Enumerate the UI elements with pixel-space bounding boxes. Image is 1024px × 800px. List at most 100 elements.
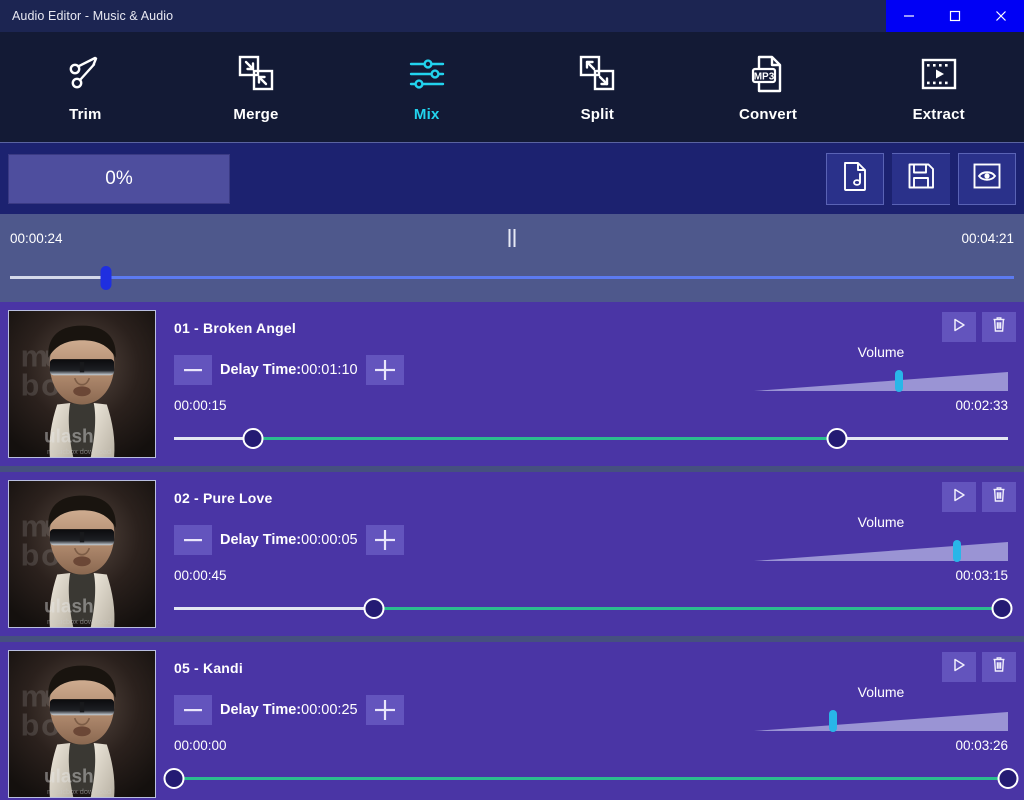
volume-wedge bbox=[754, 538, 1008, 562]
volume-thumb[interactable] bbox=[953, 540, 962, 562]
delay-increase-button[interactable] bbox=[365, 525, 404, 555]
volume-thumb[interactable] bbox=[894, 370, 903, 392]
play-button[interactable] bbox=[942, 312, 976, 342]
range-slider[interactable] bbox=[174, 424, 1008, 454]
delay-decrease-button[interactable] bbox=[174, 525, 212, 555]
range-slider[interactable] bbox=[174, 594, 1013, 624]
svg-text:b: b bbox=[21, 539, 40, 573]
progress-percent-label: 0% bbox=[105, 167, 133, 189]
close-button[interactable] bbox=[978, 0, 1024, 32]
range-times: 00:00:00 00:03:26 bbox=[174, 738, 1008, 758]
range-start-handle[interactable] bbox=[363, 598, 385, 619]
tool-extract[interactable]: Extract bbox=[853, 32, 1024, 142]
preview-button[interactable] bbox=[958, 152, 1016, 205]
master-seek-slider[interactable] bbox=[10, 258, 1014, 298]
volume-label: Volume bbox=[857, 684, 905, 700]
volume-thumb[interactable] bbox=[828, 710, 837, 732]
trash-icon bbox=[991, 486, 1007, 508]
svg-text:b: b bbox=[21, 369, 40, 403]
delay-increase-button[interactable] bbox=[365, 695, 404, 725]
delay-value: 00:01:10 bbox=[301, 362, 358, 378]
delay-time-label: Delay Time:00:00:25 bbox=[212, 702, 366, 718]
track-title: 05 - Kandi bbox=[174, 660, 243, 676]
title-bar: Audio Editor - Music & Audio bbox=[0, 0, 1024, 32]
range-times: 00:00:45 00:03:15 bbox=[174, 568, 1008, 588]
svg-text:musicbox download: musicbox download bbox=[47, 617, 111, 626]
album-artwork: m u s i c b o x n bbox=[8, 650, 156, 798]
track-body: 05 - Kandi Delay Time:00:00:25 Volume 00… bbox=[156, 650, 1019, 798]
range-slider[interactable] bbox=[163, 764, 1019, 794]
range-selection bbox=[374, 607, 1003, 610]
range-end-time: 00:02:33 bbox=[955, 398, 1008, 413]
volume-slider[interactable] bbox=[754, 538, 1008, 562]
volume-label: Volume bbox=[857, 514, 905, 530]
play-button[interactable] bbox=[942, 482, 976, 512]
master-player: 00:00:24 00:04:21 bbox=[0, 214, 1024, 302]
range-start-time: 00:00:15 bbox=[174, 398, 227, 413]
delete-button[interactable] bbox=[982, 482, 1016, 512]
play-icon bbox=[951, 657, 967, 678]
delay-label-text: Delay Time: bbox=[220, 362, 302, 378]
album-artwork: m u s i c b o x n bbox=[8, 310, 156, 458]
film-strip-icon bbox=[918, 51, 960, 97]
delete-button[interactable] bbox=[982, 312, 1016, 342]
svg-text:musicbox download: musicbox download bbox=[47, 447, 111, 456]
floppy-disk-icon bbox=[907, 162, 935, 195]
tool-merge[interactable]: Merge bbox=[171, 32, 342, 142]
trim-range-control: 00:00:00 00:03:26 bbox=[163, 738, 1019, 794]
trash-icon bbox=[991, 656, 1007, 678]
tool-label: Mix bbox=[413, 106, 440, 123]
svg-text:musicbox download: musicbox download bbox=[47, 787, 111, 796]
range-start-handle[interactable] bbox=[242, 428, 264, 449]
maximize-button[interactable] bbox=[932, 0, 978, 32]
mp3-file-icon: MP3 bbox=[747, 51, 789, 97]
range-end-handle[interactable] bbox=[997, 768, 1019, 789]
sliders-icon bbox=[406, 51, 448, 97]
delay-time-label: Delay Time:00:00:05 bbox=[212, 532, 366, 548]
track-row-3[interactable]: m u s i c b o x n bbox=[0, 642, 1024, 800]
save-button[interactable] bbox=[892, 152, 950, 205]
range-start-time: 00:00:45 bbox=[174, 568, 227, 583]
range-start-handle[interactable] bbox=[163, 768, 185, 789]
delay-decrease-button[interactable] bbox=[174, 355, 212, 385]
play-button[interactable] bbox=[942, 652, 976, 682]
trim-range-control: 00:00:45 00:03:15 bbox=[174, 568, 1013, 624]
maximize-icon bbox=[948, 9, 962, 23]
pause-icon[interactable] bbox=[508, 229, 516, 247]
seek-track-elapsed bbox=[10, 276, 107, 279]
eye-icon bbox=[972, 162, 1002, 195]
track-row-2[interactable]: m u s i c b o x n bbox=[0, 472, 1024, 636]
trim-range-control: 00:00:15 00:02:33 bbox=[174, 398, 1008, 454]
tool-label: Split bbox=[580, 106, 615, 123]
volume-slider[interactable] bbox=[754, 708, 1008, 732]
range-end-handle[interactable] bbox=[826, 428, 848, 449]
play-icon bbox=[951, 317, 967, 338]
tool-label: Extract bbox=[912, 106, 965, 123]
volume-control: Volume bbox=[754, 684, 1008, 732]
seek-thumb[interactable] bbox=[100, 266, 112, 290]
delay-increase-button[interactable] bbox=[365, 355, 404, 385]
progress-toolbar: 0% bbox=[0, 142, 1024, 214]
tool-split[interactable]: Split bbox=[512, 32, 683, 142]
delay-decrease-button[interactable] bbox=[174, 695, 212, 725]
music-file-icon bbox=[841, 161, 869, 196]
merge-squares-icon bbox=[235, 51, 277, 97]
range-end-handle[interactable] bbox=[991, 598, 1013, 619]
add-audio-button[interactable] bbox=[826, 152, 884, 205]
tool-label: Merge bbox=[233, 106, 279, 123]
track-row-1[interactable]: m u s i c b o x n bbox=[0, 302, 1024, 466]
delete-button[interactable] bbox=[982, 652, 1016, 682]
seek-track-remaining bbox=[106, 276, 1014, 279]
trash-icon bbox=[991, 316, 1007, 338]
master-current-time: 00:00:24 bbox=[10, 230, 63, 246]
volume-control: Volume bbox=[754, 514, 1008, 562]
minimize-button[interactable] bbox=[886, 0, 932, 32]
volume-slider[interactable] bbox=[754, 368, 1008, 392]
tool-trim[interactable]: Trim bbox=[0, 32, 171, 142]
tool-convert[interactable]: MP3 Convert bbox=[683, 32, 854, 142]
volume-wedge bbox=[754, 708, 1008, 732]
tool-mix[interactable]: Mix bbox=[341, 32, 512, 142]
range-end-time: 00:03:15 bbox=[955, 568, 1008, 583]
range-end-time: 00:03:26 bbox=[955, 738, 1008, 753]
track-body: 02 - Pure Love Delay Time:00:00:05 Volum… bbox=[156, 480, 1016, 628]
